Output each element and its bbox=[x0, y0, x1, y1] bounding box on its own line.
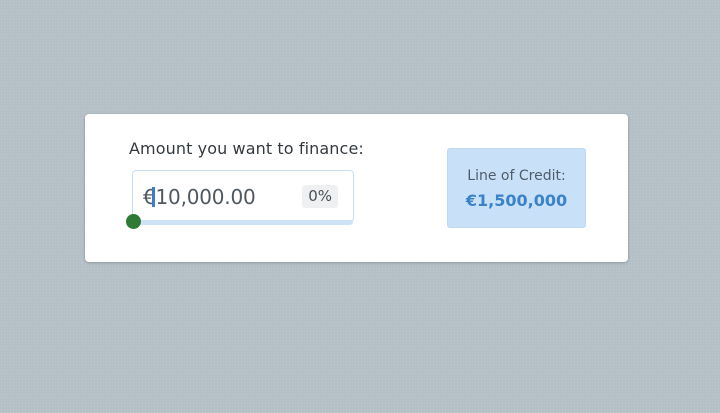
finance-card: Amount you want to finance: €10,000.00 0… bbox=[85, 114, 628, 262]
line-of-credit-box: Line of Credit: €1,500,000 bbox=[447, 148, 586, 228]
amount-input[interactable]: €10,000.00 0% bbox=[132, 170, 354, 222]
amount-label: Amount you want to finance: bbox=[129, 139, 364, 158]
amount-slider-track[interactable] bbox=[133, 220, 353, 225]
amount-slider-handle[interactable] bbox=[125, 214, 141, 229]
percent-badge: 0% bbox=[302, 185, 338, 208]
line-of-credit-label: Line of Credit: bbox=[467, 168, 566, 184]
line-of-credit-value: €1,500,000 bbox=[465, 191, 568, 210]
amount-value: €10,000.00 bbox=[143, 185, 256, 209]
text-caret bbox=[152, 187, 155, 207]
